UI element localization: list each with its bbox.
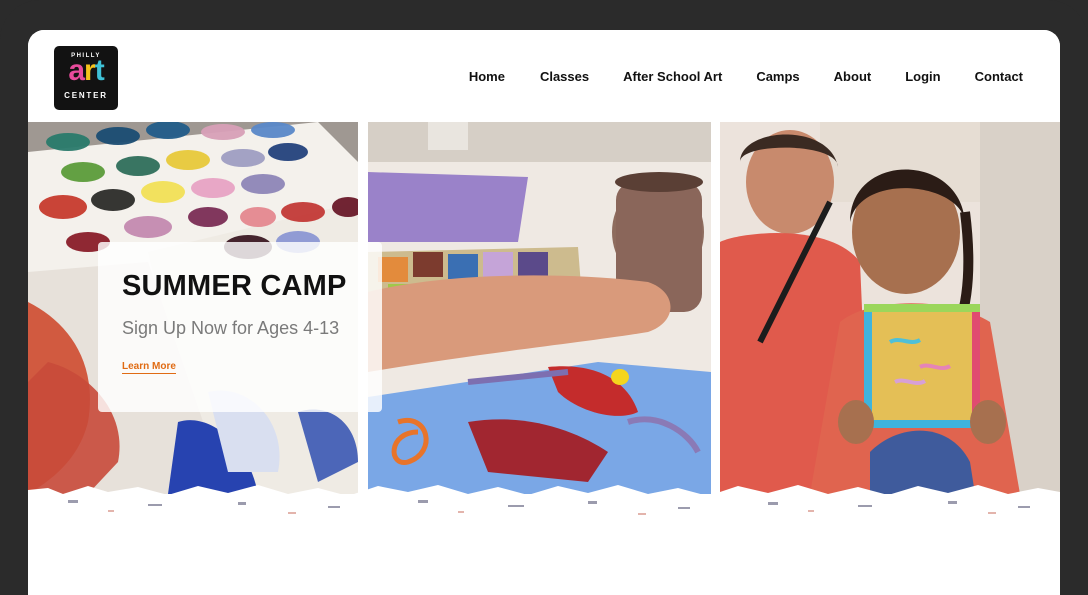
nav-login[interactable]: Login <box>888 69 957 84</box>
logo-art-text: art <box>68 54 104 87</box>
browser-viewport: PHILLY art CENTER Home Classes After Sch… <box>28 30 1060 595</box>
hero-section: SUMMER CAMP Sign Up Now for Ages 4-13 Le… <box>28 122 1060 502</box>
nav-about[interactable]: About <box>817 69 889 84</box>
nav-camps[interactable]: Camps <box>739 69 816 84</box>
site-logo[interactable]: PHILLY art CENTER <box>54 46 118 110</box>
site-header: PHILLY art CENTER Home Classes After Sch… <box>28 30 1060 122</box>
nav-contact[interactable]: Contact <box>958 69 1060 84</box>
device-frame: PHILLY art CENTER Home Classes After Sch… <box>0 0 1088 595</box>
child-painting-image <box>368 122 711 494</box>
nav-classes[interactable]: Classes <box>523 69 606 84</box>
logo-bottom-text: CENTER <box>64 91 108 100</box>
learn-more-link[interactable]: Learn More <box>122 361 176 374</box>
hero-title: SUMMER CAMP <box>122 270 347 302</box>
summer-camp-card: SUMMER CAMP Sign Up Now for Ages 4-13 Le… <box>98 242 382 412</box>
child-with-craft-image <box>720 122 1060 494</box>
nav-home[interactable]: Home <box>469 69 523 84</box>
torn-paper-edge <box>28 485 1060 540</box>
hero-subtitle: Sign Up Now for Ages 4-13 <box>122 318 340 338</box>
nav-after-school-art[interactable]: After School Art <box>606 69 739 84</box>
main-nav: Home Classes After School Art Camps Abou… <box>469 30 1060 122</box>
